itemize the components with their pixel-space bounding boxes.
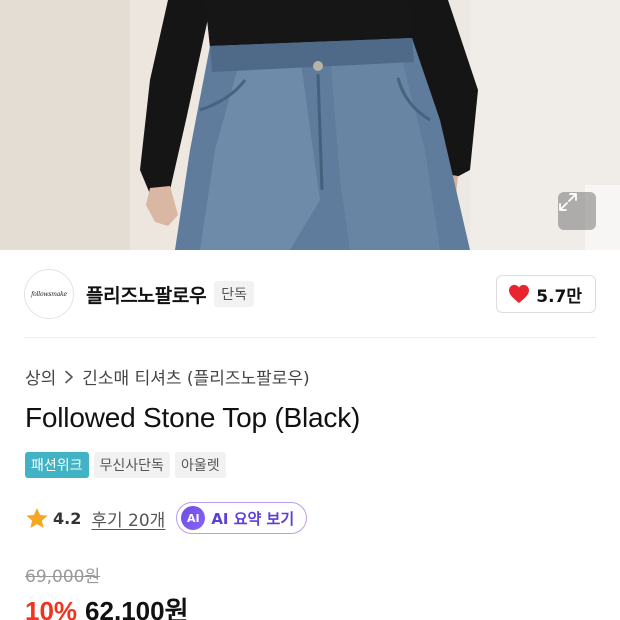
review-count-link[interactable]: 후기 20개 — [91, 506, 165, 531]
like-button[interactable]: 5.7만 — [496, 275, 596, 313]
product-title: Followed Stone Top (Black) — [25, 402, 361, 433]
divider — [24, 337, 596, 338]
original-price: 69,000원 — [25, 567, 101, 587]
rating-row: 4.2 후기 20개 AI AI 요약 보기 — [25, 501, 308, 535]
product-photo-illustration — [0, 0, 620, 250]
chevron-right-icon — [64, 370, 74, 384]
like-count: 5.7만 — [536, 286, 582, 307]
price-row: 10% 62,100원 — [25, 591, 189, 620]
product-image[interactable] — [0, 0, 620, 250]
breadcrumb: 상의 긴소매 티셔츠 (플리즈노팔로우) — [25, 364, 310, 389]
star-icon — [26, 507, 48, 528]
brand-logo[interactable]: followsmake — [24, 269, 74, 319]
discount-rate: 10% — [25, 596, 78, 620]
tag-list: 패션위크 무신사단독 아울렛 — [25, 452, 226, 478]
tag-outlet[interactable]: 아울렛 — [174, 452, 226, 478]
expand-icon — [559, 193, 577, 211]
tag-musinsa-exclusive[interactable]: 무신사단독 — [93, 452, 170, 478]
breadcrumb-category[interactable]: 상의 — [25, 364, 56, 389]
sale-price: 62,100원 — [85, 596, 189, 620]
breadcrumb-subcategory[interactable]: 긴소매 티셔츠 (플리즈노팔로우) — [82, 364, 309, 389]
brand-row: followsmake 플리즈노팔로우 단독 5.7만 — [24, 266, 596, 322]
ai-summary-label: AI 요약 보기 — [211, 509, 295, 528]
expand-image-button[interactable] — [558, 192, 596, 230]
rating-score: 4.2 — [53, 508, 82, 528]
ai-icon: AI — [181, 506, 206, 530]
brand-logo-text: followsmake — [31, 290, 67, 298]
tag-fashion-week[interactable]: 패션위크 — [25, 452, 89, 478]
brand-name[interactable]: 플리즈노팔로우 — [86, 281, 207, 308]
exclusive-badge: 단독 — [214, 281, 255, 307]
heart-icon — [509, 284, 530, 304]
ai-summary-button[interactable]: AI AI 요약 보기 — [176, 502, 308, 534]
